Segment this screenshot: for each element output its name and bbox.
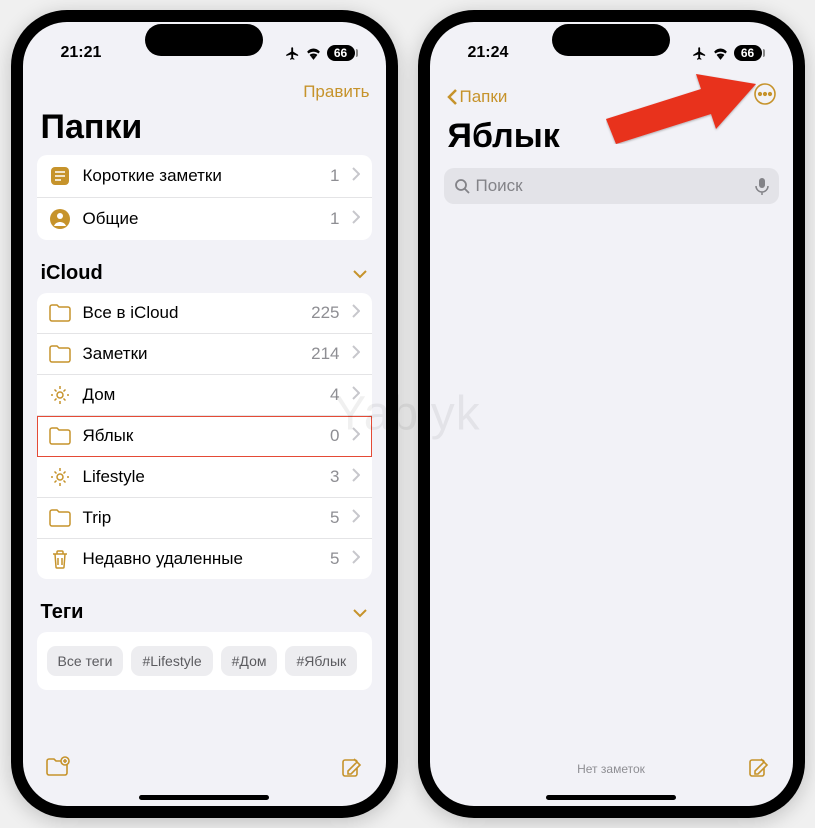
folder-label: Короткие заметки xyxy=(83,166,319,186)
compose-button[interactable] xyxy=(747,755,771,784)
ellipsis-circle-icon xyxy=(753,82,777,106)
folder-label: Общие xyxy=(83,209,319,229)
folder-icon xyxy=(49,427,71,445)
home-indicator xyxy=(139,795,269,800)
folder-label: Яблык xyxy=(83,426,319,446)
icloud-group: Все в iCloud 225 Заметки 214 Дом 4 Яблык 0 Lifes… xyxy=(37,293,372,579)
trash-icon xyxy=(49,549,71,569)
search-input[interactable] xyxy=(476,176,749,196)
folder-label: Дом xyxy=(83,385,319,405)
tags-container: Все теги#Lifestyle #Дом#Яблык xyxy=(37,632,372,690)
folder-row[interactable]: Дом 4 xyxy=(37,375,372,416)
tag-chip[interactable]: Все теги xyxy=(47,646,124,676)
folder-count: 4 xyxy=(330,385,339,405)
folder-count: 3 xyxy=(330,467,339,487)
compose-button[interactable] xyxy=(340,755,364,784)
folder-icon xyxy=(49,304,71,322)
status-time: 21:24 xyxy=(468,44,509,62)
page-title: Яблык xyxy=(430,115,793,164)
new-folder-button[interactable] xyxy=(45,756,71,783)
gear-icon xyxy=(49,385,71,405)
section-tags-label: Теги xyxy=(41,601,84,624)
folder-count: 225 xyxy=(311,303,339,323)
tag-chip[interactable]: #Дом xyxy=(221,646,278,676)
battery-indicator: 66 xyxy=(734,45,762,61)
phone-right: 21:24 66 Папки xyxy=(418,10,805,818)
page-title: Папки xyxy=(23,106,386,155)
wifi-icon xyxy=(712,47,729,60)
chevron-right-icon xyxy=(352,550,360,569)
airplane-icon xyxy=(692,46,707,61)
folder-label: Заметки xyxy=(83,344,300,364)
toolbar xyxy=(23,744,386,806)
gear-icon xyxy=(49,467,71,487)
chevron-down-icon xyxy=(352,262,368,285)
edit-button[interactable]: Править xyxy=(303,82,369,102)
folder-count: 5 xyxy=(330,508,339,528)
dynamic-island xyxy=(145,24,263,56)
back-label: Папки xyxy=(460,87,508,107)
folder-row[interactable]: Общие 1 xyxy=(37,198,372,240)
quicknote-icon xyxy=(49,165,71,187)
more-button[interactable] xyxy=(753,82,777,111)
chevron-right-icon xyxy=(352,345,360,364)
tag-chip[interactable]: #Яблык xyxy=(285,646,357,676)
chevron-right-icon xyxy=(352,386,360,405)
folder-icon xyxy=(49,345,71,363)
battery-indicator: 66 xyxy=(327,45,355,61)
chevron-right-icon xyxy=(352,304,360,323)
chevron-down-icon xyxy=(352,601,368,624)
chevron-right-icon xyxy=(352,509,360,528)
folder-label: Все в iCloud xyxy=(83,303,300,323)
toolbar: Нет заметок xyxy=(430,744,793,806)
status-time: 21:21 xyxy=(61,44,102,62)
folder-row[interactable]: Trip 5 xyxy=(37,498,372,539)
section-tags[interactable]: Теги xyxy=(37,597,372,632)
empty-state-text: Нет заметок xyxy=(577,762,645,776)
folder-row[interactable]: Недавно удаленные 5 xyxy=(37,539,372,579)
share-icon xyxy=(715,82,735,106)
folder-row[interactable]: Все в iCloud 225 xyxy=(37,293,372,334)
search-field[interactable] xyxy=(444,168,779,204)
folder-count: 1 xyxy=(330,166,339,186)
section-icloud-label: iCloud xyxy=(41,262,103,285)
airplane-icon xyxy=(285,46,300,61)
folder-icon xyxy=(49,509,71,527)
chevron-left-icon xyxy=(446,88,458,106)
folder-count: 5 xyxy=(330,549,339,569)
folder-label: Lifestyle xyxy=(83,467,319,487)
chevron-right-icon xyxy=(352,468,360,487)
dynamic-island xyxy=(552,24,670,56)
nav-bar: Править xyxy=(23,76,386,106)
folder-count: 1 xyxy=(330,209,339,229)
wifi-icon xyxy=(305,47,322,60)
folder-row[interactable]: Lifestyle 3 xyxy=(37,457,372,498)
share-button[interactable] xyxy=(715,82,735,111)
folder-count: 214 xyxy=(311,344,339,364)
home-indicator xyxy=(546,795,676,800)
tag-chip[interactable]: #Lifestyle xyxy=(131,646,212,676)
nav-bar: Папки xyxy=(430,76,793,115)
folder-count: 0 xyxy=(330,426,339,446)
chevron-right-icon xyxy=(352,427,360,446)
section-icloud[interactable]: iCloud xyxy=(37,258,372,293)
chevron-right-icon xyxy=(352,210,360,229)
mic-icon[interactable] xyxy=(755,177,769,195)
folder-row[interactable]: Короткие заметки 1 xyxy=(37,155,372,198)
back-button[interactable]: Папки xyxy=(446,87,508,107)
search-icon xyxy=(454,178,470,194)
chevron-right-icon xyxy=(352,167,360,186)
phone-left: 21:21 66 Править Папки Короткие заметки 1… xyxy=(11,10,398,818)
folder-label: Trip xyxy=(83,508,319,528)
folder-row[interactable]: Яблык 0 xyxy=(37,416,372,457)
shared-icon xyxy=(49,208,71,230)
folder-row[interactable]: Заметки 214 xyxy=(37,334,372,375)
top-group: Короткие заметки 1 Общие 1 xyxy=(37,155,372,240)
folder-label: Недавно удаленные xyxy=(83,549,319,569)
